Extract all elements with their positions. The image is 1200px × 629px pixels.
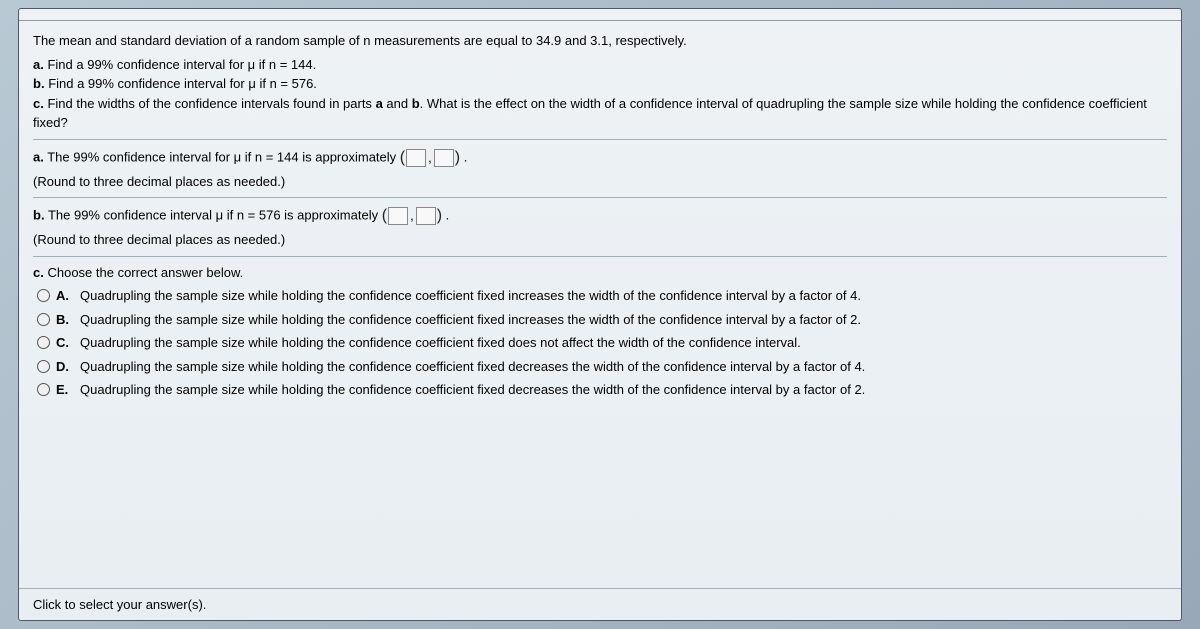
part-c-and: and [383,96,412,111]
answer-a-blank-1[interactable] [406,149,426,167]
answer-a-blanks: ( , ) [400,146,460,170]
part-b: b. Find a 99% confidence interval for μ … [33,74,1167,94]
choice-b-text: Quadrupling the sample size while holdin… [80,310,861,330]
answer-b-blanks: ( , ) [382,204,442,228]
answer-b-prefix: b. [33,207,45,222]
choice-c-text: Quadrupling the sample size while holdin… [80,333,801,353]
answer-a-period: . [464,149,468,164]
subparts: a. Find a 99% confidence interval for μ … [33,55,1167,133]
part-c: c. Find the widths of the confidence int… [33,94,1167,133]
choice-d[interactable]: D. Quadrupling the sample size while hol… [37,357,1167,377]
choice-b[interactable]: B. Quadrupling the sample size while hol… [37,310,1167,330]
paren-open-icon: ( [400,146,405,170]
intro-text: The mean and standard deviation of a ran… [33,31,1167,51]
question-window: The mean and standard deviation of a ran… [18,8,1182,621]
part-c-text-1: Find the widths of the confidence interv… [47,96,375,111]
answer-c-prefix: c. [33,265,44,280]
choice-a[interactable]: A. Quadrupling the sample size while hol… [37,286,1167,306]
question-content: The mean and standard deviation of a ran… [19,21,1181,588]
choice-c[interactable]: C. Quadrupling the sample size while hol… [37,333,1167,353]
answer-a-prefix: a. [33,149,44,164]
choice-a-label: A. [56,286,74,306]
answer-c-text: Choose the correct answer below. [47,265,243,280]
part-c-bold-a: a [376,96,383,111]
choices: A. Quadrupling the sample size while hol… [33,286,1167,400]
answer-b-period: . [446,207,450,222]
choice-e[interactable]: E. Quadrupling the sample size while hol… [37,380,1167,400]
radio-icon[interactable] [37,360,50,373]
radio-icon[interactable] [37,289,50,302]
answer-c-row: c. Choose the correct answer below. [33,263,1167,283]
divider-3 [33,256,1167,257]
answer-a-blank-2[interactable] [434,149,454,167]
window-top-border [19,9,1181,21]
answer-a-row: a. The 99% confidence interval for μ if … [33,146,1167,170]
paren-close-icon: ) [437,204,442,228]
divider-1 [33,139,1167,140]
part-a-text: Find a 99% confidence interval for μ if … [47,57,316,72]
part-b-prefix: b. [33,76,45,91]
answer-b-text: The 99% confidence interval μ if n = 576… [48,207,378,222]
answer-b-row: b. The 99% confidence interval μ if n = … [33,204,1167,228]
choice-c-label: C. [56,333,74,353]
choice-d-text: Quadrupling the sample size while holdin… [80,357,865,377]
footer-instruction: Click to select your answer(s). [19,588,1181,620]
radio-icon[interactable] [37,336,50,349]
radio-icon[interactable] [37,383,50,396]
radio-icon[interactable] [37,313,50,326]
answer-a-hint: (Round to three decimal places as needed… [33,172,1167,192]
answer-a-text: The 99% confidence interval for μ if n =… [47,149,396,164]
part-a: a. Find a 99% confidence interval for μ … [33,55,1167,75]
part-b-text: Find a 99% confidence interval for μ if … [48,76,317,91]
part-c-prefix: c. [33,96,44,111]
answer-b-blank-1[interactable] [388,207,408,225]
choice-b-label: B. [56,310,74,330]
part-c-bold-b: b [412,96,420,111]
choice-e-text: Quadrupling the sample size while holdin… [80,380,865,400]
answer-b-hint: (Round to three decimal places as needed… [33,230,1167,250]
choice-a-text: Quadrupling the sample size while holdin… [80,286,861,306]
answer-b-blank-2[interactable] [416,207,436,225]
comma: , [428,148,432,168]
paren-close-icon: ) [455,146,460,170]
comma: , [410,206,414,226]
divider-2 [33,197,1167,198]
choice-d-label: D. [56,357,74,377]
part-a-prefix: a. [33,57,44,72]
choice-e-label: E. [56,380,74,400]
paren-open-icon: ( [382,204,387,228]
